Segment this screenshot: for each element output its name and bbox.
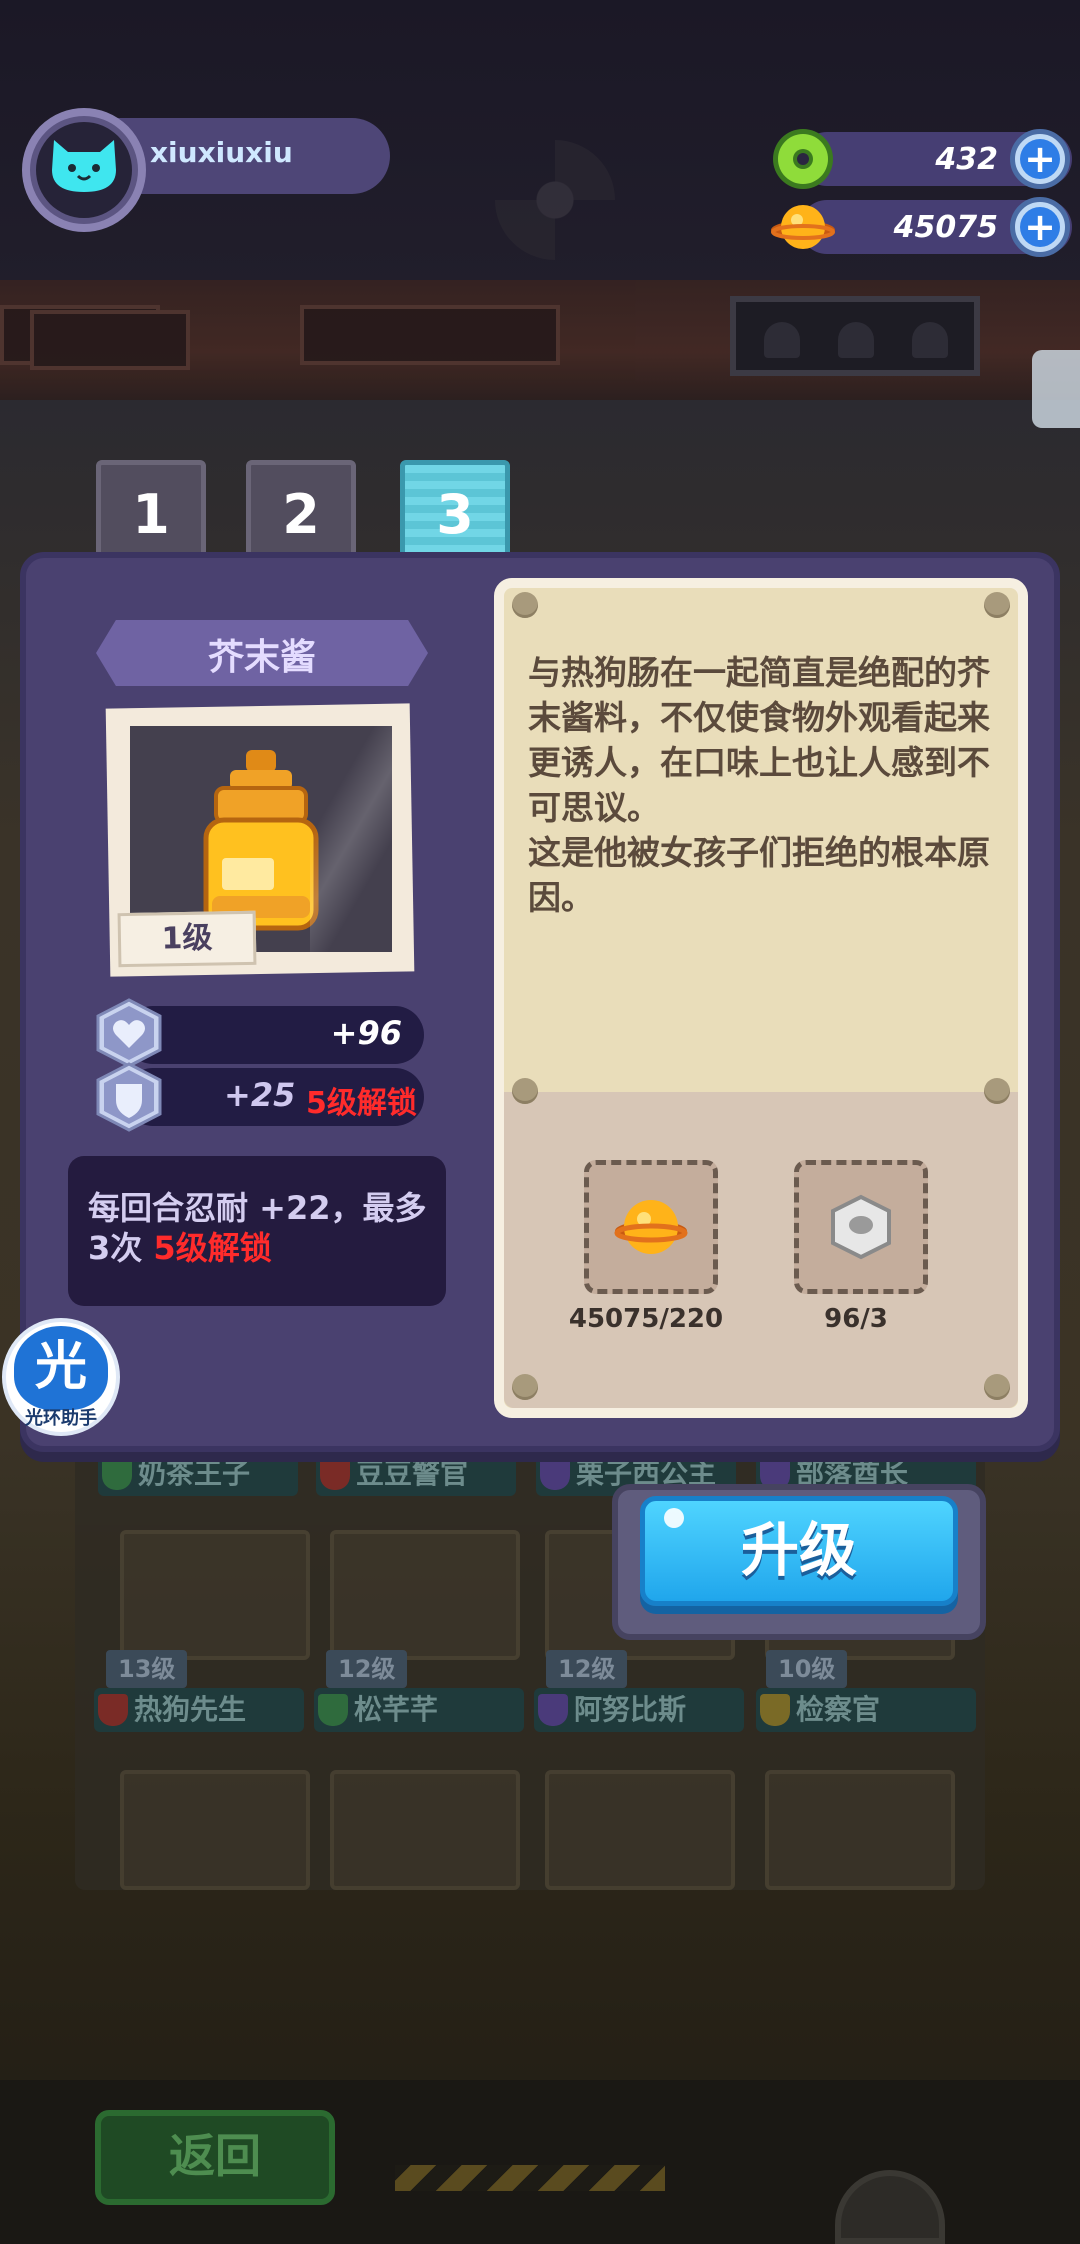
skill-lock-text: 5级解锁	[153, 1229, 272, 1267]
add-coin-button[interactable]: +	[1010, 197, 1070, 257]
bg-level-tag: 13级	[106, 1650, 188, 1688]
rivet	[512, 1374, 538, 1400]
bg-character-label: 检察官	[756, 1688, 976, 1732]
hp-stat-value: +96	[330, 1014, 402, 1052]
portrait-glare	[310, 726, 392, 952]
nut-cost-slot	[794, 1160, 928, 1294]
rivet	[984, 592, 1010, 618]
bg-character-label: 奶茶王子	[98, 1452, 298, 1496]
donut-icon	[773, 129, 833, 189]
back-button[interactable]: 返回	[95, 2110, 335, 2205]
background-window	[730, 296, 980, 376]
coin-cost-slot	[584, 1160, 718, 1294]
planet-coin-icon	[614, 1200, 688, 1254]
defense-lock-text: 5级解锁	[306, 1086, 417, 1121]
item-description: 与热狗肠在一起简直是绝配的芥末酱料，不仅使食物外观看起来更诱人，在口味上也让人感…	[528, 653, 990, 917]
hex-nut-icon	[831, 1194, 891, 1260]
hp-stat-bar: +96	[124, 1006, 424, 1064]
rivet	[984, 1374, 1010, 1400]
bg-character-label: 豆豆警官	[316, 1452, 516, 1496]
cat-face-icon	[52, 140, 116, 192]
rivet	[984, 1078, 1010, 1104]
helper-label: 光环助手	[25, 1408, 97, 1429]
coin-value: 45075	[893, 210, 998, 245]
skill-description: 每回合忍耐 +22，最多3次 5级解锁	[88, 1188, 428, 1268]
nut-cost-text: 96/3	[824, 1304, 888, 1334]
button-shine	[664, 1508, 684, 1528]
defense-stat-value: +25	[224, 1076, 296, 1114]
cost-panel	[504, 1092, 1018, 1408]
side-scissors-tab[interactable]	[1032, 350, 1080, 428]
helper-logo-icon: 光	[14, 1326, 108, 1410]
bg-level-tag: 12级	[326, 1650, 408, 1688]
tab-2[interactable]: 2	[246, 460, 356, 562]
username: xiuxiuxiu	[150, 136, 293, 169]
tab-1[interactable]: 1	[96, 460, 206, 562]
item-name: 芥末酱	[207, 637, 316, 678]
coin-counter: 45075 +	[771, 197, 1072, 257]
add-donut-button[interactable]: +	[1010, 129, 1070, 189]
bg-character-label: 阿努比斯	[534, 1688, 744, 1732]
donut-counter: 432 +	[773, 129, 1072, 189]
tab-3[interactable]: 3	[400, 460, 510, 562]
ceiling-fan-icon	[495, 140, 615, 260]
bg-level-tag: 12级	[546, 1650, 628, 1688]
donut-value: 432	[935, 142, 998, 177]
rivet	[512, 1078, 538, 1104]
rivet	[512, 592, 538, 618]
shield-icon	[96, 1062, 162, 1132]
bg-character-label: 热狗先生	[94, 1688, 304, 1732]
upgrade-button[interactable]: 升级	[640, 1496, 958, 1606]
defense-stat-bar: +25 5级解锁	[124, 1068, 424, 1126]
coin-cost-text: 45075/220	[568, 1304, 724, 1334]
planet-coin-icon	[771, 205, 835, 249]
item-level-tag: 1级	[117, 910, 257, 968]
hazard-stripe	[395, 2165, 665, 2191]
bg-character-label: 松芊芊	[314, 1688, 524, 1732]
bg-level-tag: 10级	[766, 1650, 848, 1688]
heart-icon	[96, 998, 162, 1068]
